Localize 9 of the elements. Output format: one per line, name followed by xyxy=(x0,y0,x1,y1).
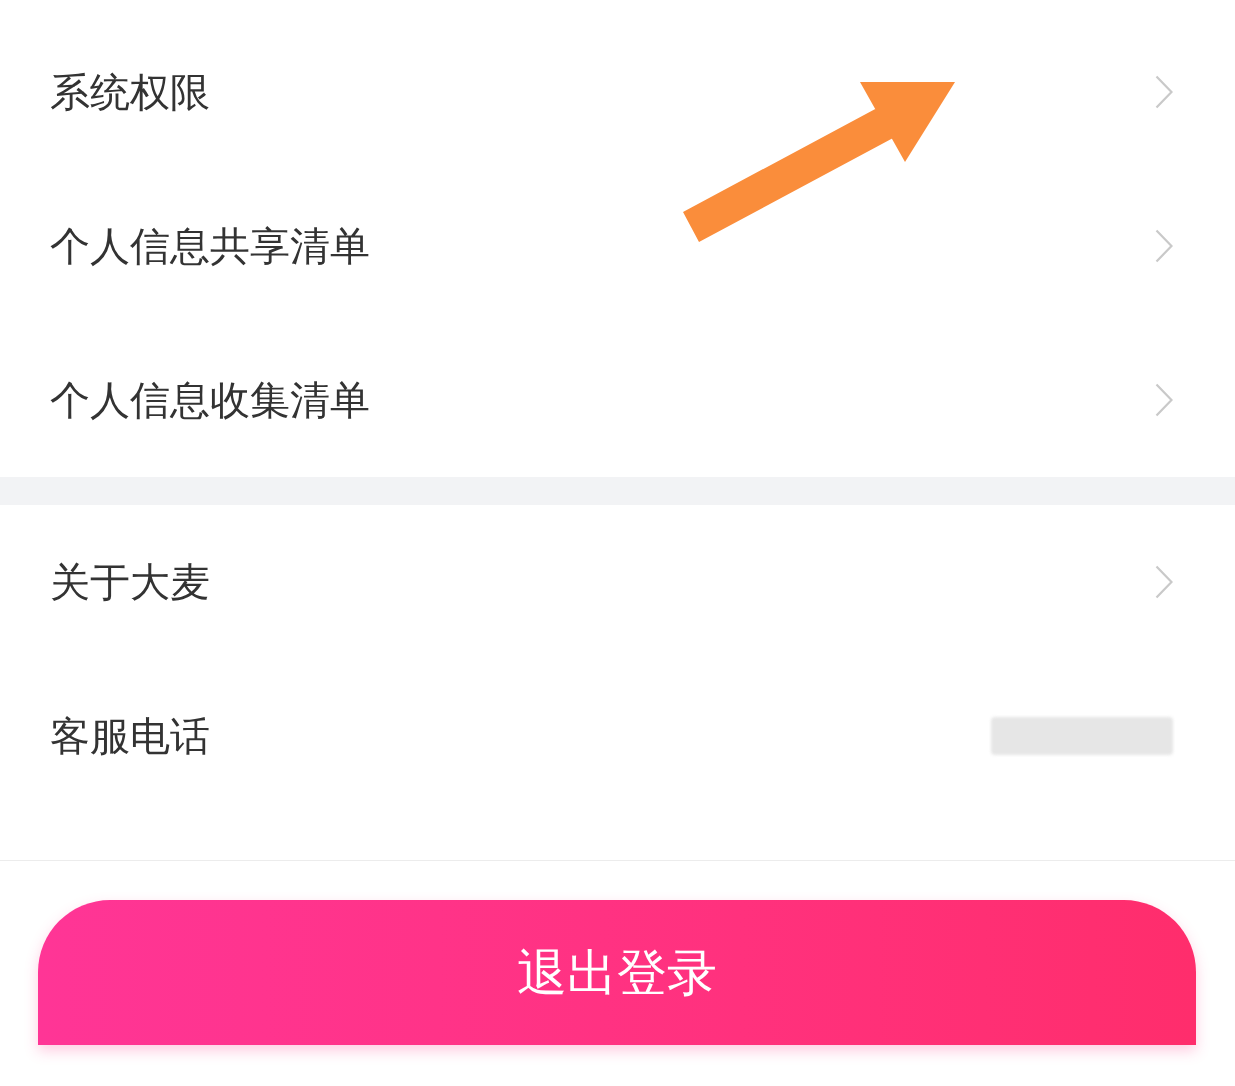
row-label: 关于大麦 xyxy=(50,562,210,602)
chevron-right-icon xyxy=(1155,229,1173,263)
row-label: 系统权限 xyxy=(50,72,210,112)
chevron-right-icon xyxy=(1155,565,1173,599)
row-label: 个人信息收集清单 xyxy=(50,380,370,420)
row-label: 个人信息共享清单 xyxy=(50,226,370,266)
chevron-right-icon xyxy=(1155,383,1173,417)
chevron-right-icon xyxy=(1155,75,1173,109)
row-label: 客服电话 xyxy=(50,716,210,756)
